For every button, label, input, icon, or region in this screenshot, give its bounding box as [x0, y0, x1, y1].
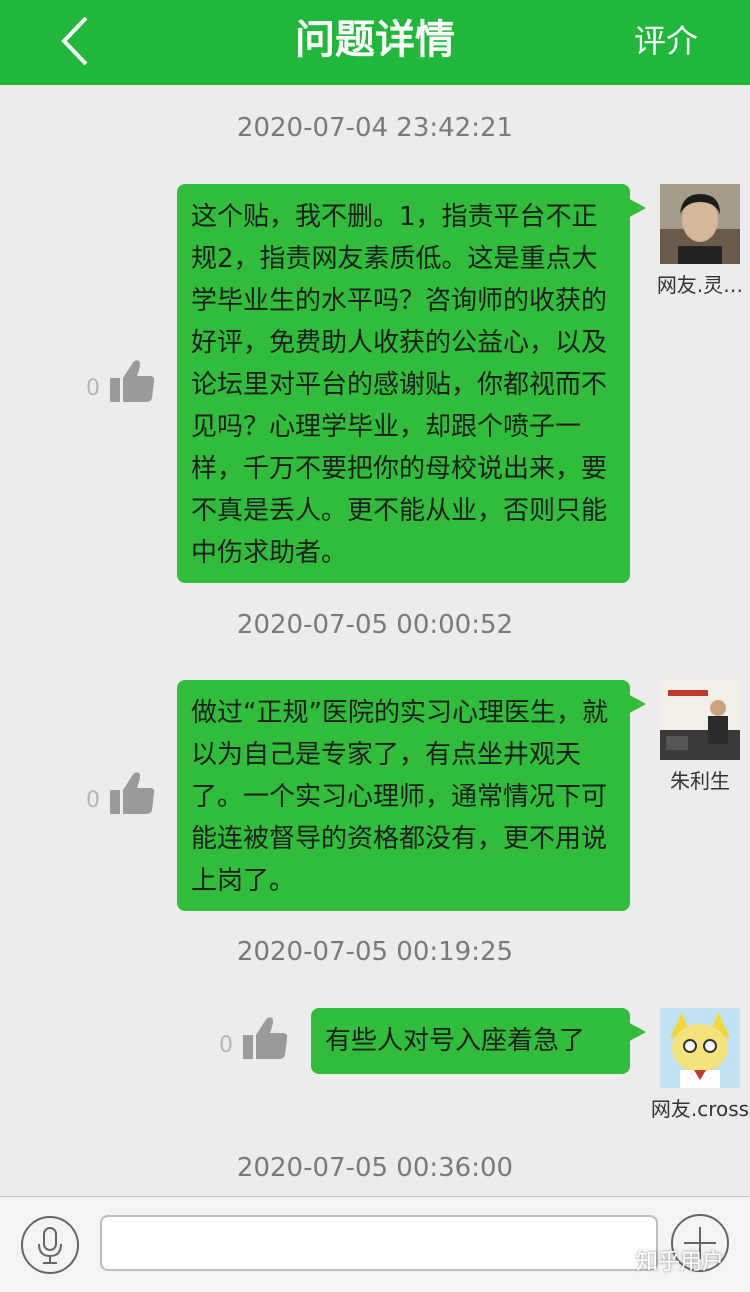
top-nav-bar: 问题详情 评介 — [0, 0, 750, 85]
like-count: 0 — [86, 376, 100, 401]
thumbs-up-icon — [110, 772, 155, 814]
message-bubble: 这个贴，我不删。1，指责平台不正规2，指责网友素质低。这是重点大学毕业生的水平吗… — [177, 184, 630, 583]
avatar[interactable] — [660, 1008, 740, 1088]
voice-button[interactable] — [20, 1215, 80, 1279]
input-bar — [0, 1196, 750, 1292]
message-timestamp: 2020-07-05 00:19:25 — [236, 937, 514, 967]
bubble-tail — [628, 694, 646, 714]
bubble-tail — [628, 1022, 646, 1042]
like-count: 0 — [86, 788, 100, 813]
avatar[interactable] — [660, 184, 740, 264]
message-bubble: 做过“正规”医院的实习心理医生，就以为自己是专家了，有点坐井观天了。一个实习心理… — [177, 680, 630, 911]
like-count: 0 — [219, 1033, 233, 1058]
rate-button[interactable]: 评介 — [634, 20, 698, 62]
thumbs-up-icon — [110, 360, 155, 402]
like-button[interactable]: 0 — [86, 358, 158, 408]
bubble-tail — [628, 198, 646, 218]
avatar[interactable] — [660, 680, 740, 760]
message-timestamp: 2020-07-04 23:42:21 — [236, 113, 514, 143]
author-name: 网友.灵… — [656, 273, 744, 297]
message-input[interactable] — [100, 1215, 658, 1271]
message-timestamp: 2020-07-05 00:36:00 — [236, 1153, 514, 1183]
message-bubble: 有些人对号入座着急了 — [311, 1008, 630, 1074]
like-button[interactable]: 0 — [86, 770, 158, 820]
thumbs-up-icon — [243, 1017, 288, 1059]
author-name: 朱利生 — [670, 769, 730, 793]
message-timestamp: 2020-07-05 00:00:52 — [236, 610, 514, 640]
watermark: 知乎用户 — [636, 1250, 725, 1275]
microphone-icon — [21, 1216, 79, 1274]
like-button[interactable]: 0 — [219, 1015, 291, 1065]
author-name: 网友.cross — [650, 1097, 750, 1121]
